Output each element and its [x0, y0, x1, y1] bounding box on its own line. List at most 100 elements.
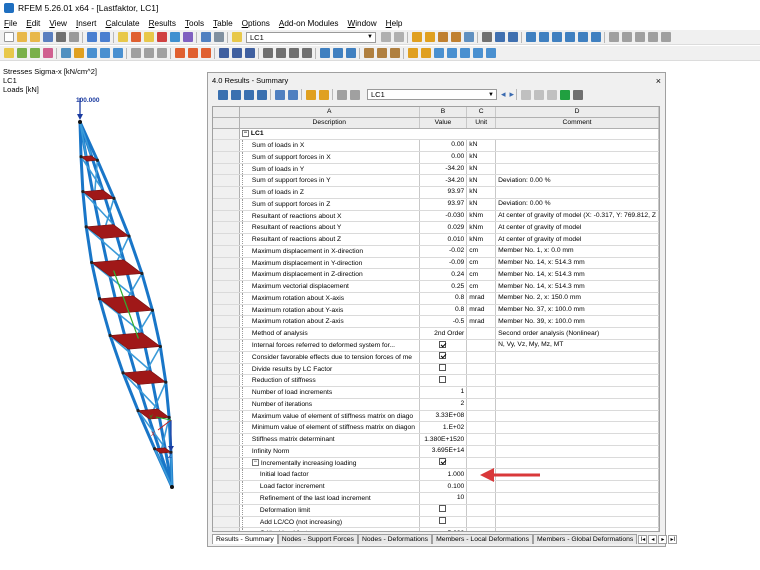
measure-icon[interactable] — [433, 48, 444, 58]
table-row[interactable]: Maximum displacement in X-direction -0.02… — [213, 245, 659, 258]
table-row[interactable]: − Incrementally increasing loading — [213, 457, 659, 470]
render-icon[interactable] — [608, 32, 619, 42]
menu-options[interactable]: Options — [242, 19, 270, 28]
table-icon[interactable] — [200, 32, 211, 42]
member-load-icon[interactable] — [187, 48, 198, 58]
table-row[interactable]: Sum of loads in Z 93.97 kN — [213, 186, 659, 199]
comment-icon[interactable] — [275, 48, 286, 58]
checkbox[interactable] — [439, 517, 447, 525]
surface-load-icon[interactable] — [200, 48, 211, 58]
table-row[interactable]: Maximum displacement in Z-direction 0.24 c… — [213, 268, 659, 282]
menu-help[interactable]: Help — [386, 19, 403, 28]
tab-nodes-support-forces[interactable]: Nodes - Support Forces — [277, 534, 358, 544]
solid-model-icon[interactable] — [60, 48, 71, 58]
print-icon[interactable] — [55, 32, 66, 42]
table-row[interactable]: Consider favorable effects due to tensio… — [213, 351, 659, 364]
table-row[interactable]: Method of analysis 2nd Order Second order … — [213, 327, 659, 341]
line-icon[interactable] — [16, 48, 27, 58]
print-table-icon[interactable] — [572, 89, 583, 100]
table-view-icon[interactable] — [217, 89, 228, 100]
mirror-icon[interactable] — [156, 48, 167, 58]
section-icon[interactable] — [481, 32, 492, 42]
menu-results[interactable]: Results — [149, 19, 176, 28]
previous-table-icon[interactable] — [274, 89, 285, 100]
view-y-icon[interactable] — [551, 32, 562, 42]
zoom-window-icon[interactable] — [590, 32, 601, 42]
collapse-icon[interactable]: − — [251, 459, 259, 467]
select-icon[interactable] — [389, 48, 400, 58]
table-row[interactable]: Stiffness matrix determinant 1.380E+1520 — [213, 433, 659, 446]
table-row[interactable]: Maximum rotation about X-axis 0.8 mrad Memb… — [213, 292, 659, 305]
table-row[interactable]: Initial load factor 1.000 — [213, 468, 659, 482]
table-row[interactable]: Sum of support forces in Z 93.97 kN Deviati… — [213, 198, 659, 211]
results-load-case-select[interactable]: LC1 ▼ — [367, 89, 497, 100]
table-export-icon[interactable] — [256, 89, 267, 100]
zoom-icon[interactable] — [533, 89, 544, 100]
support-reactions-icon[interactable] — [463, 32, 474, 42]
table-row[interactable]: Maximum rotation about Y-axis 0.8 mrad Memb… — [213, 304, 659, 317]
results-icon[interactable] — [143, 32, 154, 42]
navigator-icon[interactable] — [213, 32, 224, 42]
deformation-icon[interactable] — [411, 32, 422, 42]
menu-insert[interactable]: Insert — [76, 19, 96, 28]
previous-lc-arrow-icon[interactable]: ◂ — [501, 89, 506, 100]
next-lc-arrow-icon[interactable]: ▸ — [510, 89, 515, 100]
tab-nodes-deformations[interactable]: Nodes - Deformations — [357, 534, 433, 544]
solid-icon[interactable] — [634, 32, 645, 42]
tab-prev-icon[interactable]: ◂ — [648, 535, 658, 544]
table-row[interactable]: Maximum vectorial displacement 0.25 cm Memb… — [213, 280, 659, 293]
support-icon[interactable] — [73, 48, 84, 58]
table-row[interactable]: Maximum value of element of stiffness ma… — [213, 410, 659, 423]
table-select-icon[interactable] — [230, 89, 241, 100]
menu-add-on-modules[interactable]: Add-on Modules — [279, 19, 339, 28]
table-row[interactable]: Sum of support forces in Y -34.20 kN Deviat… — [213, 174, 659, 188]
wireframe-icon[interactable] — [621, 32, 632, 42]
work-plane-icon[interactable] — [332, 48, 343, 58]
table-row[interactable]: Reduction of stiffness — [213, 374, 659, 388]
import-icon[interactable] — [485, 48, 496, 58]
menu-table[interactable]: Table — [213, 19, 233, 28]
columns-icon[interactable] — [336, 89, 347, 100]
coordinate-system-icon[interactable] — [319, 48, 330, 58]
table-row[interactable]: Resultant of reactions about X -0.030 kNm A… — [213, 210, 659, 223]
tab-first-icon[interactable]: I◂ — [638, 535, 648, 544]
new-file-icon[interactable] — [3, 32, 14, 42]
table-row[interactable]: Number of load increments 1 — [213, 386, 659, 399]
tab-members-local-deformations[interactable]: Members - Local Deformations — [432, 534, 533, 544]
mesh-icon[interactable] — [218, 48, 229, 58]
table-row[interactable]: Add LC/CO (not increasing) — [213, 516, 659, 529]
checkbox[interactable] — [439, 340, 447, 348]
guideline-icon[interactable] — [288, 48, 299, 58]
filter-icon[interactable] — [376, 48, 387, 58]
redo-icon[interactable] — [99, 32, 110, 42]
table-row[interactable]: Internal forces referred to deformed sys… — [213, 339, 659, 352]
checkbox[interactable] — [439, 505, 447, 513]
previous-lc-icon[interactable] — [380, 32, 391, 42]
stop-icon[interactable] — [156, 32, 167, 42]
animation-icon[interactable] — [507, 32, 518, 42]
menu-tools[interactable]: Tools — [185, 19, 204, 28]
table-row[interactable]: Sum of loads in X 0.00 kN — [213, 139, 659, 152]
tab-results-summary[interactable]: Results - Summary — [212, 534, 278, 544]
dimension-icon[interactable] — [262, 48, 273, 58]
model-view[interactable]: Stresses Sigma-x [kN/cm^2] LC1 Loads [kN… — [0, 62, 205, 570]
pin-icon[interactable] — [520, 89, 531, 100]
print-report-icon[interactable] — [68, 32, 79, 42]
excel-export-icon[interactable] — [559, 89, 570, 100]
tab-next-icon[interactable]: ▸ — [658, 535, 668, 544]
table-row[interactable]: Resultant of reactions about Y 0.029 kNm At… — [213, 221, 659, 235]
table-print-icon[interactable] — [243, 89, 254, 100]
release-icon[interactable] — [99, 48, 110, 58]
menu-view[interactable]: View — [49, 19, 67, 28]
show-results-icon[interactable] — [231, 32, 242, 42]
display-results-icon[interactable] — [407, 48, 418, 58]
next-table-icon[interactable] — [287, 89, 298, 100]
check-model-icon[interactable] — [459, 48, 470, 58]
move-icon[interactable] — [130, 48, 141, 58]
display-deformation-icon[interactable] — [420, 48, 431, 58]
surface-results-icon[interactable] — [450, 32, 461, 42]
collapse-icon[interactable]: − — [241, 129, 249, 137]
values-icon[interactable] — [424, 32, 435, 42]
filter-results-icon[interactable] — [305, 89, 316, 100]
open-folder-icon[interactable] — [16, 32, 27, 42]
